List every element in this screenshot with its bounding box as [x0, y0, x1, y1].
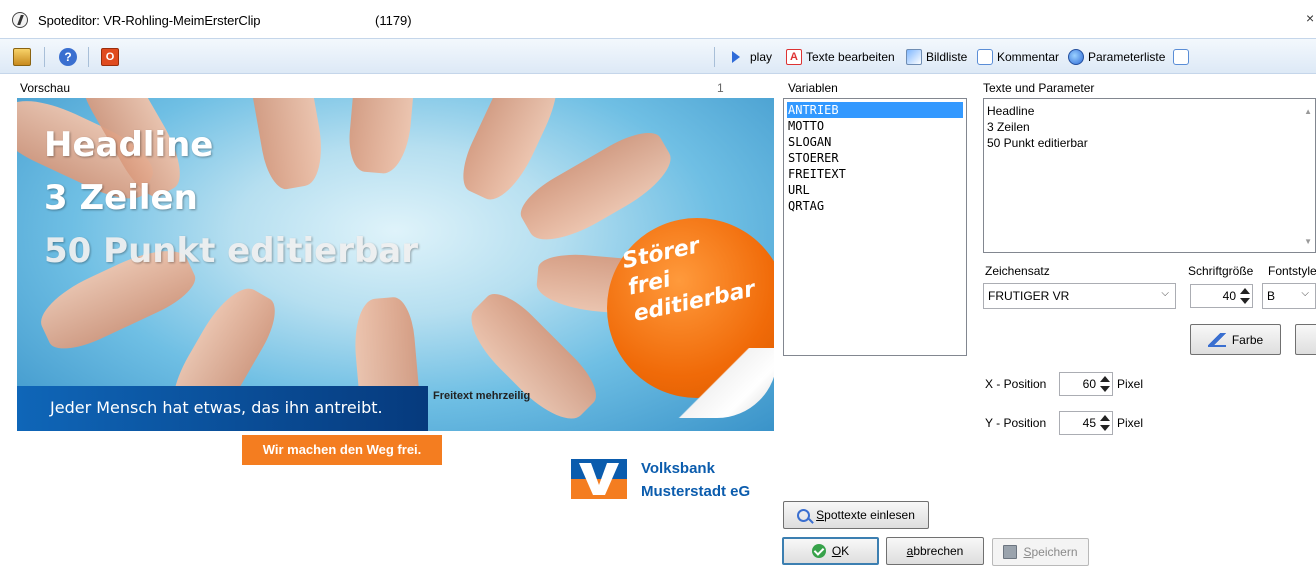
schriftgroesse-label: Schriftgröße: [1188, 264, 1254, 278]
font-family-value: FRUTIGER VR: [988, 289, 1070, 303]
preview-canvas: Headline 3 Zeilen 50 Punkt editierbar St…: [17, 98, 774, 431]
kommentar-button[interactable]: Kommentar: [977, 47, 1059, 67]
abbrechen-button[interactable]: abbrechen: [886, 537, 984, 565]
variable-item-freitext[interactable]: FREITEXT: [787, 166, 963, 182]
variable-item-slogan[interactable]: SLOGAN: [787, 134, 963, 150]
save-icon: [1003, 545, 1018, 559]
parameter-list-icon: [1068, 49, 1084, 65]
spottexte-einlesen-button[interactable]: Spottexte einlesen: [783, 501, 929, 529]
claim-text: Jeder Mensch hat etwas, das ihn antreibt…: [50, 398, 383, 417]
font-style-select[interactable]: B ⌵: [1262, 283, 1316, 309]
x-position-value: 60: [1082, 377, 1096, 391]
y-position-value: 45: [1082, 416, 1096, 430]
speichern-label: Speichern: [1023, 545, 1078, 559]
chevron-down-icon: ⌵: [1301, 288, 1309, 299]
play-button[interactable]: play: [732, 47, 772, 67]
headline-line-1: Headline: [44, 125, 214, 165]
window-title: Spoteditor: VR-Rohling-MeimErsterClip: [38, 13, 261, 28]
play-label: play: [750, 50, 773, 64]
variable-item-url[interactable]: URL: [787, 182, 963, 198]
texte-bearbeiten-label: Texte bearbeiten: [806, 50, 895, 64]
y-position-label: Y - Position: [985, 416, 1047, 430]
ok-label: OK: [831, 544, 850, 558]
app-icon: [12, 12, 28, 28]
spottexte-einlesen-label: Spottexte einlesen: [816, 508, 915, 522]
text-line-2: 3 Zeilen: [987, 120, 1030, 134]
farbe-button[interactable]: Farbe: [1190, 324, 1281, 355]
toolbar-separator: [88, 47, 89, 67]
scroll-up-icon[interactable]: ▲: [1304, 107, 1312, 116]
hand-graphic: [346, 98, 418, 176]
help-icon[interactable]: ?: [59, 48, 77, 66]
toolbar-separator: [44, 47, 45, 67]
text-line-1: Headline: [987, 104, 1035, 118]
x-position-label: X - Position: [985, 377, 1047, 391]
text-edit-icon: A: [786, 49, 802, 65]
texts-label: Texte und Parameter: [983, 81, 1095, 95]
headline-line-2: 3 Zeilen: [44, 178, 198, 218]
title-bar: Spoteditor: VR-Rohling-MeimErsterClip (1…: [0, 0, 1316, 38]
comment-icon[interactable]: [1173, 49, 1189, 65]
bank-name-line-1: Volksbank: [641, 460, 715, 477]
bildliste-label: Bildliste: [926, 50, 968, 64]
texte-bearbeiten-button[interactable]: A Texte bearbeiten: [786, 47, 895, 67]
farbe-label: Farbe: [1231, 332, 1264, 347]
variable-item-qrtag[interactable]: QRTAG: [787, 198, 963, 214]
close-icon[interactable]: ×: [1306, 10, 1316, 26]
freitext: Freitext mehrzeilig: [433, 390, 531, 402]
text-line-3: 50 Punkt editierbar: [987, 136, 1088, 150]
parameterliste-label: Parameterliste: [1088, 50, 1166, 64]
y-position-stepper[interactable]: 45: [1059, 411, 1113, 435]
volksbank-logo-icon: [571, 459, 627, 499]
check-icon: [811, 544, 826, 558]
fontstyle-label: Fontstyle: [1268, 264, 1316, 278]
hand-graphic: [245, 98, 329, 193]
chevron-down-icon: ⌵: [1161, 288, 1169, 299]
extra-button[interactable]: [1295, 324, 1316, 355]
bildliste-button[interactable]: Bildliste: [906, 47, 967, 67]
x-position-stepper[interactable]: 60: [1059, 372, 1113, 396]
toolbar: ? O play A Texte bearbeiten Bildliste Ko…: [0, 38, 1316, 74]
image-list-icon: [906, 49, 922, 65]
bank-name-line-2: Musterstadt eG: [641, 483, 751, 500]
ok-button[interactable]: OK: [782, 537, 879, 565]
stepper-arrows-icon[interactable]: [1239, 286, 1250, 306]
slogan-box: Wir machen den Weg frei.: [242, 435, 442, 465]
font-size-value: 40: [1222, 289, 1236, 303]
search-icon: [797, 508, 811, 522]
stoerer-curl: [667, 348, 774, 418]
font-size-stepper[interactable]: 40: [1190, 284, 1253, 308]
y-position-unit: Pixel: [1117, 416, 1144, 430]
play-icon: [732, 51, 740, 63]
zeichensatz-label: Zeichensatz: [985, 264, 1050, 278]
comment-icon: [977, 49, 993, 65]
variable-item-motto[interactable]: MOTTO: [787, 118, 963, 134]
font-family-select[interactable]: FRUTIGER VR ⌵: [983, 283, 1176, 309]
properties-icon[interactable]: [13, 48, 31, 66]
variables-label: Variablen: [788, 81, 838, 95]
variables-list[interactable]: ANTRIEB MOTTO SLOGAN STOERER FREITEXT UR…: [783, 98, 967, 356]
font-style-value: B: [1267, 289, 1276, 303]
scroll-down-icon[interactable]: ▼: [1304, 237, 1312, 246]
variable-item-stoerer[interactable]: STOERER: [787, 150, 963, 166]
stepper-arrows-icon[interactable]: [1099, 374, 1110, 394]
stepper-arrows-icon[interactable]: [1099, 413, 1110, 433]
parameterliste-button[interactable]: Parameterliste: [1068, 47, 1165, 67]
preview-label: Vorschau: [20, 81, 71, 95]
headline-line-3: 50 Punkt editierbar: [44, 231, 419, 271]
window-id: (1179): [375, 13, 412, 28]
speichern-button[interactable]: Speichern: [992, 538, 1089, 566]
texts-textarea[interactable]: Headline 3 Zeilen 50 Punkt editierbar ▲ …: [983, 98, 1316, 253]
pen-icon: [1207, 332, 1226, 347]
toolbar-separator: [714, 47, 715, 67]
abbrechen-label: abbrechen: [906, 544, 964, 558]
variable-item-antrieb[interactable]: ANTRIEB: [787, 102, 963, 118]
x-position-unit: Pixel: [1117, 377, 1144, 391]
page-number: 1: [717, 81, 724, 95]
kommentar-label: Kommentar: [997, 50, 1060, 64]
power-icon[interactable]: O: [101, 48, 119, 66]
